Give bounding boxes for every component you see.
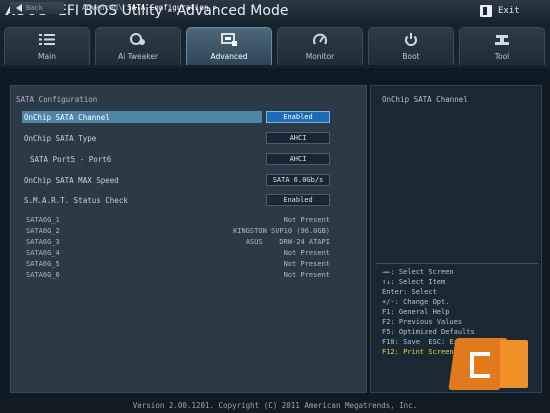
setting-label-onchip-sata-type[interactable]: OnChip SATA Type <box>24 134 96 143</box>
device-label: SATA6G_1 <box>26 216 60 224</box>
device-value: KINGSTON SVP10 (96.0GB) <box>233 227 330 235</box>
copyright-text: Version 2.00.1201. Copyright (C) 2011 Am… <box>132 401 418 410</box>
back-arrow-icon <box>16 4 22 12</box>
device-value: Not Present <box>283 271 330 279</box>
device-label: SATA6G_6 <box>26 271 60 279</box>
device-value: Not Present <box>283 260 330 268</box>
breadcrumb-parent[interactable]: Advanced\ <box>82 3 123 12</box>
sata-port5-port6-value[interactable]: AHCI <box>266 153 330 165</box>
device-label: SATA6G_5 <box>26 260 60 268</box>
exit-button[interactable]: Exit <box>480 3 544 19</box>
sata-max-speed-value[interactable]: SATA 6.0Gb/s <box>266 174 330 186</box>
onchip-sata-type-value[interactable]: AHCI <box>266 132 330 144</box>
watermark-logo-bar <box>500 340 528 388</box>
tab-main[interactable]: Main <box>4 27 90 65</box>
exit-door-icon <box>480 5 492 17</box>
list-icon <box>39 34 55 45</box>
tab-label: Monitor <box>305 52 335 61</box>
hotkey-line: +/-: Change Opt. <box>382 298 450 306</box>
tab-label: Tool <box>494 52 510 61</box>
tab-label: Ai Tweaker <box>117 52 159 61</box>
tab-label: Main <box>38 52 56 61</box>
device-label: SATA6G_4 <box>26 249 60 257</box>
setting-label-sata-port5-port6[interactable]: SATA Port5 - Port6 <box>30 155 111 164</box>
hotkey-line: F5: Optimized Defaults <box>382 328 475 336</box>
device-value: Not Present <box>283 216 330 224</box>
device-label: SATA6G_3 <box>26 238 60 246</box>
hotkey-line: F2: Previous Values <box>382 318 463 326</box>
device-value: ASUS DRW-24 ATAPI <box>245 238 330 246</box>
tab-boot[interactable]: Boot <box>368 27 454 65</box>
tab-ai-tweaker[interactable]: Ai Tweaker <box>95 27 181 65</box>
smart-status-check-value[interactable]: Enabled <box>266 194 330 206</box>
tab-advanced[interactable]: Advanced <box>186 27 272 65</box>
onchip-sata-channel-value[interactable]: Enabled <box>266 111 330 123</box>
nav-row <box>0 68 550 84</box>
tab-bar: Main Ai Tweaker Advanced Monitor Boot To… <box>0 24 550 68</box>
tab-tool[interactable]: Tool <box>459 27 545 65</box>
setting-label-sata-max-speed[interactable]: OnChip SATA MAX Speed <box>24 176 119 185</box>
setting-label-onchip-sata-channel[interactable]: OnChip SATA Channel <box>24 113 110 122</box>
hotkey-line-print-screen: F12: Print Screen <box>382 348 454 356</box>
breadcrumb-current: SATA Configuration > <box>127 3 218 12</box>
help-description: OnChip SATA Channel <box>382 95 468 104</box>
back-label: Back <box>26 4 43 12</box>
device-value: Not Present <box>283 249 330 257</box>
tab-label: Advanced <box>210 52 248 61</box>
power-icon <box>405 33 417 46</box>
breadcrumb: Advanced\ SATA Configuration > <box>82 3 217 12</box>
tab-label: Boot <box>402 52 420 61</box>
tool-icon <box>495 35 509 45</box>
back-button[interactable]: Back <box>10 2 64 14</box>
setting-label-smart-status-check[interactable]: S.M.A.R.T. Status Check <box>24 196 128 205</box>
hotkey-line: Enter: Select <box>382 288 437 296</box>
tweaker-icon <box>130 33 145 45</box>
help-divider <box>376 263 538 264</box>
device-label: SATA6G_2 <box>26 227 60 235</box>
hotkey-line: F1: General Help <box>382 308 450 316</box>
watermark-logo-mark <box>470 352 490 378</box>
hotkey-line: →←: Select Screen <box>382 268 454 276</box>
section-title: SATA Configuration <box>16 95 98 104</box>
hotkey-line: ↑↓: Select Item <box>382 278 446 286</box>
advanced-icon <box>221 33 237 46</box>
exit-label: Exit <box>498 6 520 16</box>
tab-monitor[interactable]: Monitor <box>277 27 363 65</box>
monitor-icon <box>313 33 327 45</box>
